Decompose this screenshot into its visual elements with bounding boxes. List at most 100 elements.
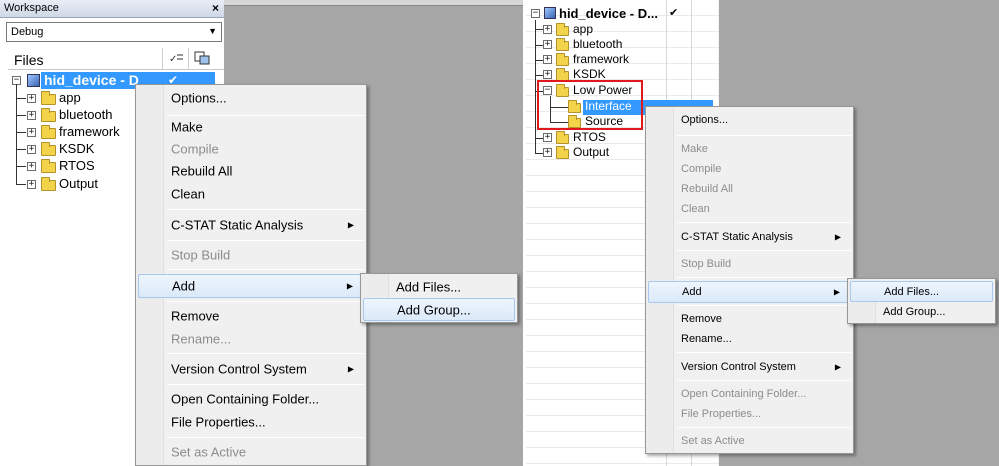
menu-item-label: Stop Build (171, 247, 231, 263)
tree-line (16, 149, 26, 150)
menu-item-set-active[interactable]: Set as Active (138, 441, 364, 463)
menu-item-remove[interactable]: Remove (138, 305, 364, 327)
collapse-icon[interactable]: − (531, 9, 540, 18)
folder-icon (41, 177, 56, 191)
menu-item-rebuild-all[interactable]: Rebuild All (138, 160, 364, 182)
tree-item-ksdk[interactable]: + KSDK (26, 141, 146, 158)
menu-item-cstat[interactable]: C-STAT Static Analysis ▶ (138, 213, 364, 237)
menu-separator (167, 353, 364, 354)
expand-icon[interactable]: + (27, 145, 36, 154)
menu-item-stop-build[interactable]: Stop Build (138, 244, 364, 266)
tree-line (16, 132, 26, 133)
tree-item-label: RTOS (59, 158, 95, 173)
submenu-arrow-icon: ▶ (834, 232, 841, 242)
menu-item-label: Remove (171, 308, 220, 324)
active-check-icon: ✔ (669, 7, 679, 19)
expand-icon[interactable]: + (27, 94, 36, 103)
tree-item-label: KSDK (59, 141, 95, 156)
tree-line (535, 60, 543, 61)
tree-item-label: bluetooth (59, 107, 113, 122)
menu-item-set-active[interactable]: Set as Active (648, 431, 851, 451)
menu-item-make[interactable]: Make (648, 139, 851, 159)
tree-item-label: app (59, 90, 81, 105)
menu-item-rename[interactable]: Rename... (138, 328, 364, 350)
tree-item-rtos[interactable]: + RTOS (26, 158, 146, 175)
files-column-header[interactable]: Files ✓ (8, 48, 224, 70)
menu-item-file-properties[interactable]: File Properties... (138, 411, 364, 433)
menu-item-version-control[interactable]: Version Control System ▶ (648, 356, 851, 378)
submenu-item-add-files[interactable]: Add Files... (850, 281, 993, 302)
expand-icon[interactable]: + (543, 70, 552, 79)
menu-item-make[interactable]: Make (138, 116, 364, 138)
expand-icon[interactable]: + (543, 40, 552, 49)
menu-item-version-control[interactable]: Version Control System ▶ (138, 357, 364, 381)
tree-item-label: Output (573, 145, 610, 159)
project-name: hid_device - D (44, 72, 139, 88)
expand-icon[interactable]: + (27, 180, 36, 189)
menu-item-open-folder[interactable]: Open Containing Folder... (138, 388, 364, 410)
menu-separator (167, 269, 364, 270)
submenu-item-add-group[interactable]: Add Group... (363, 298, 515, 321)
menu-item-label: Add (172, 278, 196, 294)
expand-icon[interactable]: + (27, 162, 36, 171)
submenu-arrow-icon: ▶ (347, 364, 354, 374)
menu-separator (167, 240, 364, 241)
submenu-arrow-icon: ▶ (833, 287, 840, 297)
expand-icon[interactable]: + (543, 133, 552, 142)
menu-item-file-properties[interactable]: File Properties... (648, 404, 851, 424)
menu-item-add[interactable]: Add ▶ (138, 274, 364, 298)
menu-item-label: Rebuild All (681, 183, 733, 195)
close-icon[interactable]: × (212, 1, 219, 15)
folder-icon (556, 38, 569, 51)
menu-item-label: Make (681, 143, 708, 155)
tree-item-label: app (573, 22, 594, 36)
menu-item-label: C-STAT Static Analysis (171, 217, 304, 233)
menu-item-add[interactable]: Add ▶ (648, 281, 851, 303)
menu-item-compile[interactable]: Compile (138, 138, 364, 160)
project-row[interactable]: − hid_device - D... ✔ (530, 6, 710, 23)
menu-separator (167, 209, 364, 210)
menu-separator (677, 352, 851, 353)
tree-item-label: framework (573, 52, 630, 66)
expand-icon[interactable]: + (543, 148, 552, 157)
menu-separator (167, 437, 364, 438)
menu-item-label: Rebuild All (171, 163, 233, 179)
menu-item-rename[interactable]: Rename... (648, 329, 851, 349)
project-icon (27, 74, 40, 87)
menu-item-remove[interactable]: Remove (648, 309, 851, 329)
menu-item-clean[interactable]: Clean (138, 183, 364, 205)
annotation-box (537, 80, 643, 130)
menu-item-label: Stop Build (681, 258, 732, 270)
menu-item-label: Make (171, 119, 203, 135)
menu-item-compile[interactable]: Compile (648, 159, 851, 179)
menu-item-label: Add Group... (397, 302, 471, 317)
right-screenshot: − hid_device - D... ✔ + app + bluetooth … (526, 0, 999, 466)
configuration-dropdown[interactable]: Debug ▼ (6, 22, 222, 42)
menu-item-label: Open Containing Folder... (681, 388, 807, 400)
menu-item-stop-build[interactable]: Stop Build (648, 254, 851, 274)
menu-item-rebuild-all[interactable]: Rebuild All (648, 179, 851, 199)
tree-line (16, 115, 26, 116)
expand-icon[interactable]: + (543, 55, 552, 64)
folder-icon (41, 125, 56, 139)
menu-item-open-folder[interactable]: Open Containing Folder... (648, 384, 851, 404)
expand-icon[interactable]: + (27, 128, 36, 137)
menu-item-label: Open Containing Folder... (171, 391, 320, 407)
menu-item-cstat[interactable]: C-STAT Static Analysis ▶ (648, 226, 851, 248)
submenu-arrow-icon: ▶ (347, 220, 354, 230)
menu-item-clean[interactable]: Clean (648, 199, 851, 219)
expand-icon[interactable]: + (27, 111, 36, 120)
tree-item-bluetooth[interactable]: + bluetooth (26, 107, 146, 124)
submenu-item-add-group[interactable]: Add Group... (850, 302, 993, 322)
tree-item-app[interactable]: + app (26, 90, 146, 107)
tree-item-framework[interactable]: + framework (26, 124, 146, 141)
editor-tabbar (224, 0, 523, 6)
tree-item-output[interactable]: + Output (26, 176, 146, 193)
menu-item-options[interactable]: Options... (648, 109, 851, 131)
menu-item-label: C-STAT Static Analysis (681, 231, 793, 243)
menu-item-options[interactable]: Options... (138, 86, 364, 110)
expand-icon[interactable]: + (543, 25, 552, 34)
menu-separator (677, 250, 851, 251)
menu-item-label: Clean (171, 186, 205, 202)
submenu-item-add-files[interactable]: Add Files... (363, 276, 515, 298)
